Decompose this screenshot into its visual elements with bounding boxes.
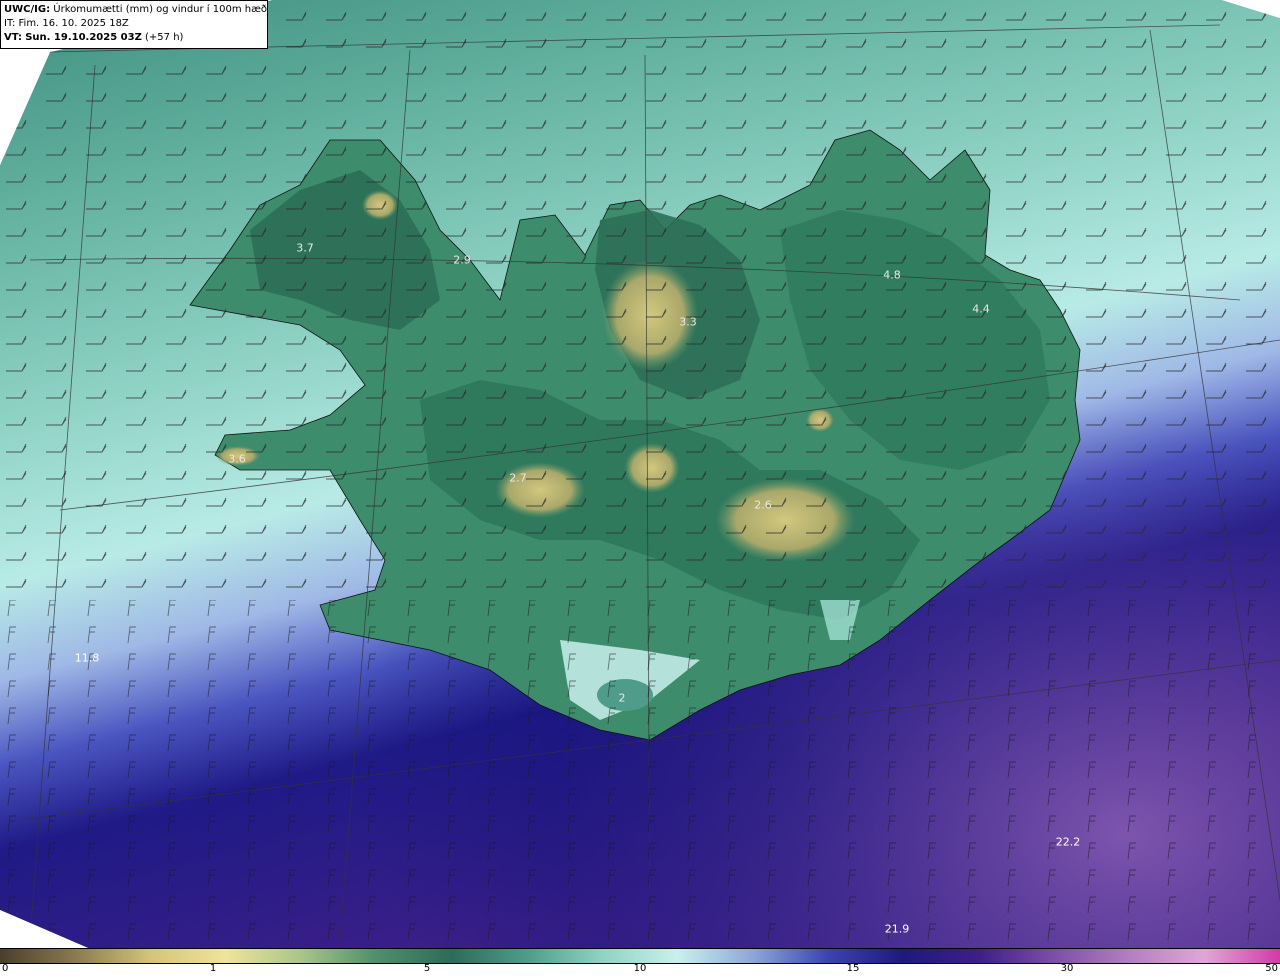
map-title: Úrkomumætti (mm) og vindur í 100m hæð [53,4,268,15]
init-time-row: IT: Fim. 16. 10. 2025 18Z [4,17,264,31]
valid-time-value: Sun. 19.10.2025 03Z [25,32,142,43]
color-scale-tick: 0 [2,963,9,974]
init-time-value: Fim. 16. 10. 2025 18Z [18,18,129,29]
point-value: 21.9 [884,922,910,936]
precipitation-map[interactable]: UWC/IG: Úrkomumætti (mm) og vindur í 100… [0,0,1280,948]
wind-barbs [0,0,1280,600]
valid-time-row: VT: Sun. 19.10.2025 03Z (+57 h) [4,31,264,45]
point-value: 3.7 [296,241,314,255]
color-scale-tick: 30 [1060,963,1074,974]
model-name: UWC/IG: [4,4,51,15]
init-time-prefix: IT: [4,18,16,29]
color-scale-strip [0,948,1280,964]
point-value: 2.9 [453,253,471,267]
color-scale-tick: 10 [633,963,647,974]
point-value: 2.7 [509,471,527,485]
map-canvas [0,0,1280,948]
point-value: 4.8 [883,268,901,282]
point-value: 3.3 [679,315,697,329]
title-row: UWC/IG: Úrkomumætti (mm) og vindur í 100… [4,3,268,17]
point-value: 2.6 [754,498,772,512]
color-scale-tick: 1 [209,963,217,974]
point-value: 22.2 [1055,835,1081,849]
info-box: UWC/IG: Úrkomumætti (mm) og vindur í 100… [0,0,268,49]
point-value: 2 [618,691,626,705]
valid-time-prefix: VT: [4,32,23,43]
point-value: 4.4 [972,302,990,316]
color-scale: 0 1 5 10 15 30 50 [0,948,1280,978]
point-value: 11.8 [74,651,100,665]
color-scale-tick: 15 [846,963,860,974]
color-scale-tick: 5 [423,963,431,974]
lead-time: (+57 h) [145,32,184,43]
color-scale-tick: 50 [1265,963,1278,974]
point-value: 3.6 [228,452,246,466]
